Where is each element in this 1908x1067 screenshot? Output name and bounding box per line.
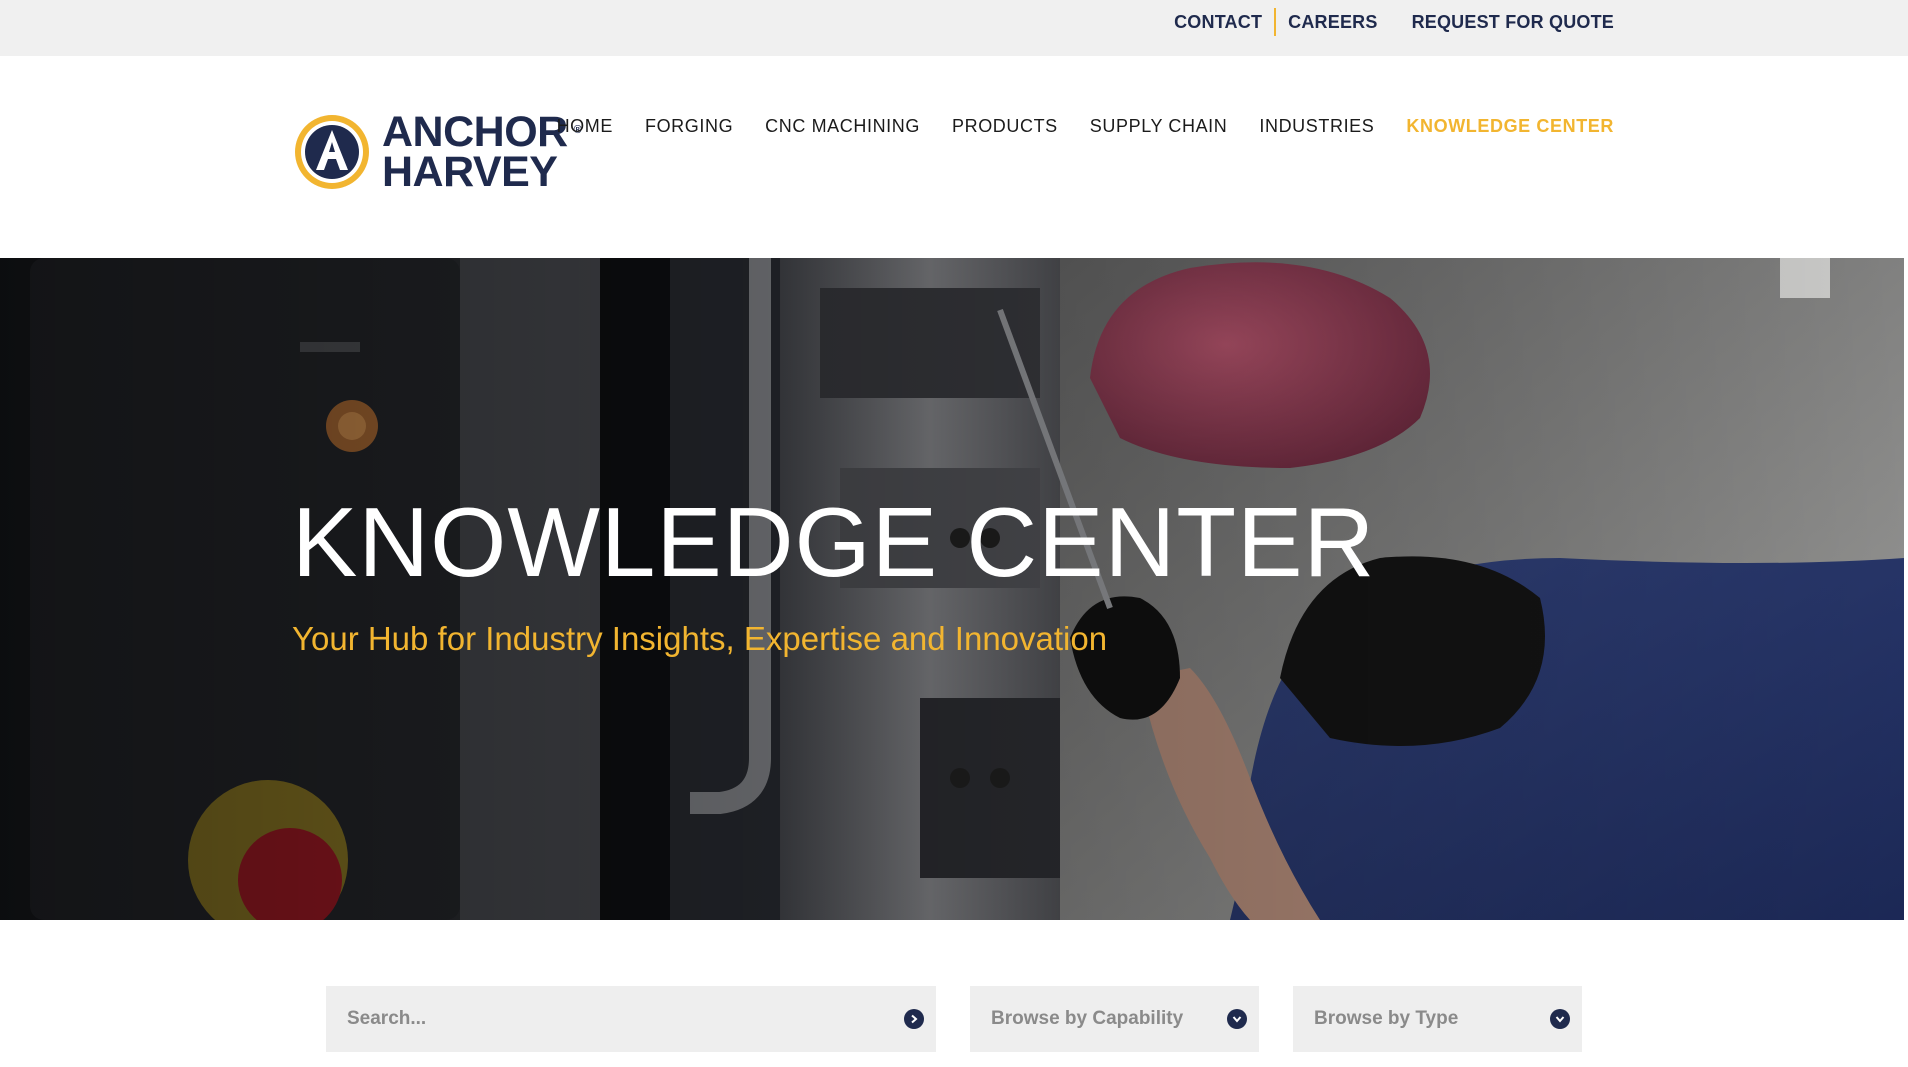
hero-subtitle: Your Hub for Industry Insights, Expertis… bbox=[292, 620, 1108, 657]
brand-wordmark: ANCHOR HARVEY ® bbox=[382, 108, 582, 196]
request-for-quote-link[interactable]: REQUEST FOR QUOTE bbox=[1412, 12, 1614, 33]
brand-line-2: HARVEY bbox=[382, 148, 558, 196]
browse-by-capability-select[interactable]: Browse by Capability bbox=[970, 986, 1259, 1052]
utility-bar: CONTACT CAREERS REQUEST FOR QUOTE bbox=[0, 0, 1908, 56]
site-header: ANCHOR HARVEY ® HOME FORGING CNC MACHINI… bbox=[0, 56, 1908, 258]
nav-item-forging[interactable]: FORGING bbox=[645, 116, 733, 137]
utility-divider bbox=[1274, 8, 1277, 36]
nav-item-industries[interactable]: INDUSTRIES bbox=[1259, 116, 1374, 137]
nav-item-supply-chain[interactable]: SUPPLY CHAIN bbox=[1090, 116, 1228, 137]
search-input[interactable]: Search... bbox=[326, 986, 936, 1052]
utility-links: CONTACT CAREERS REQUEST FOR QUOTE bbox=[1174, 0, 1614, 44]
chevron-down-circle-icon bbox=[1550, 1009, 1570, 1029]
nav-item-products[interactable]: PRODUCTS bbox=[952, 116, 1058, 137]
brand-logo[interactable]: ANCHOR HARVEY ® bbox=[292, 108, 582, 196]
type-select-label: Browse by Type bbox=[1314, 1008, 1459, 1029]
brand-line-1: ANCHOR bbox=[382, 108, 568, 156]
browse-by-type-select[interactable]: Browse by Type bbox=[1293, 986, 1582, 1052]
nav-item-home[interactable]: HOME bbox=[557, 116, 613, 137]
hero-title: KNOWLEDGE CENTER bbox=[292, 487, 1376, 597]
chevron-down-circle-icon bbox=[1227, 1009, 1247, 1029]
knowledge-filters: Search... Browse by Capability Browse by… bbox=[326, 986, 1582, 1052]
search-placeholder: Search... bbox=[347, 1008, 427, 1029]
contact-link[interactable]: CONTACT bbox=[1174, 12, 1262, 33]
hero-banner: KNOWLEDGE CENTER Your Hub for Industry I… bbox=[0, 258, 1904, 920]
main-navigation: HOME FORGING CNC MACHINING PRODUCTS SUPP… bbox=[557, 116, 1614, 137]
anchor-harvey-emblem-icon bbox=[295, 115, 369, 189]
nav-item-cnc-machining[interactable]: CNC MACHINING bbox=[765, 116, 920, 137]
capability-select-label: Browse by Capability bbox=[991, 1008, 1184, 1029]
arrow-right-circle-icon[interactable] bbox=[904, 1009, 924, 1029]
nav-item-knowledge-center[interactable]: KNOWLEDGE CENTER bbox=[1406, 116, 1614, 137]
careers-link[interactable]: CAREERS bbox=[1288, 12, 1377, 33]
